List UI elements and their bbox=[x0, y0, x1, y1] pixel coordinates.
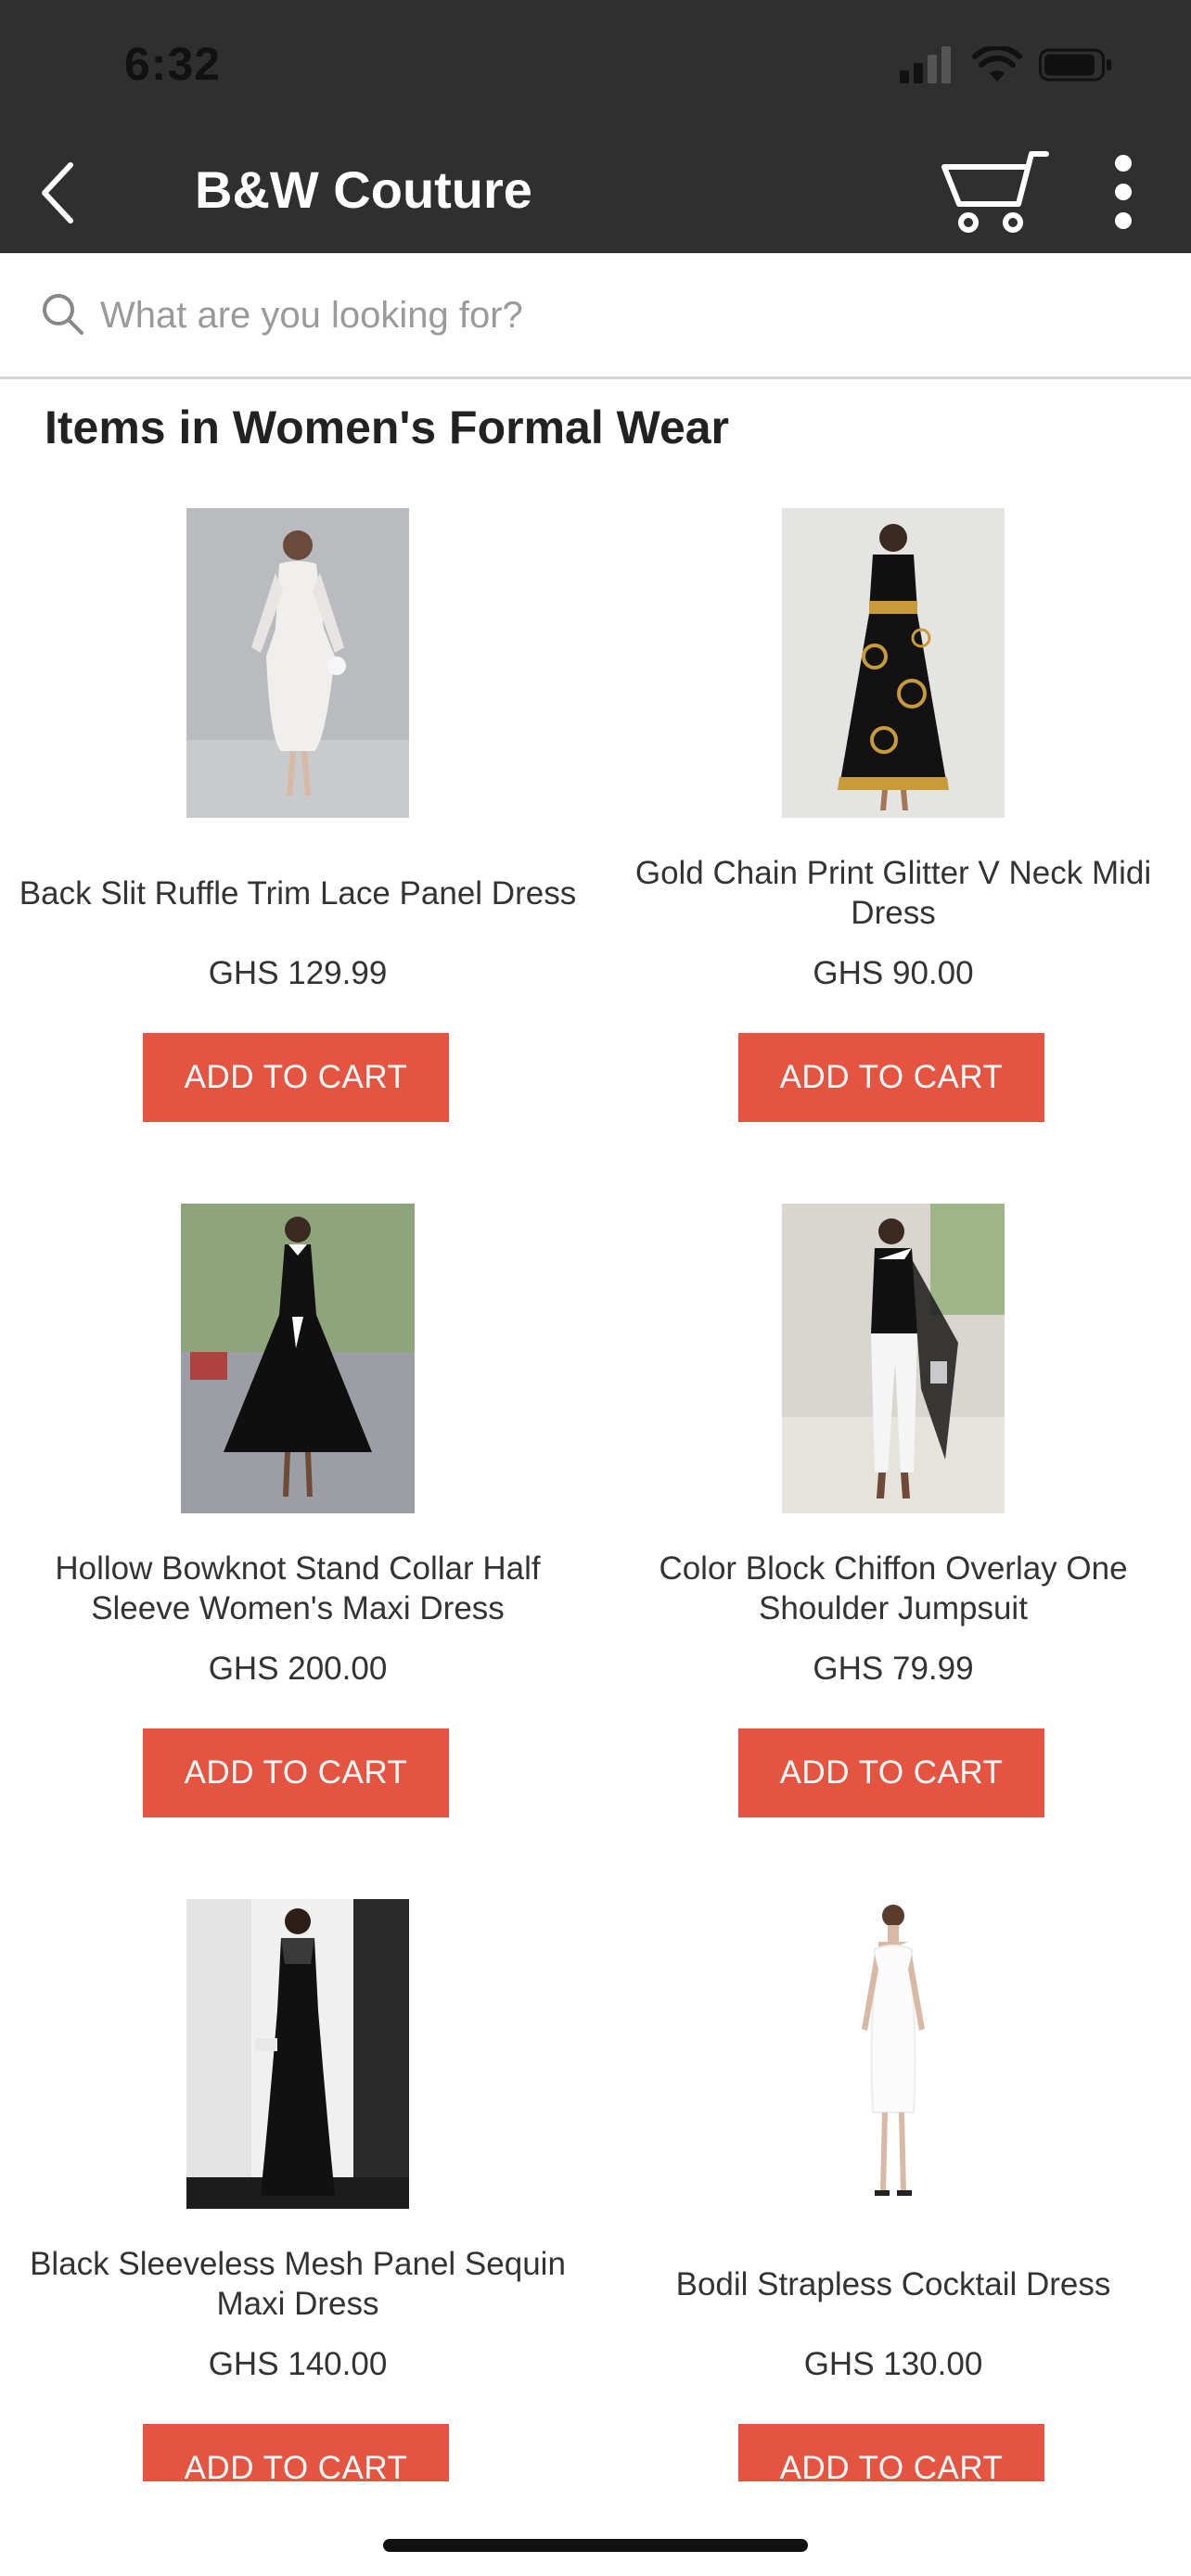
product-list-screen: 6:32 B&W Couture What are you looking fo… bbox=[0, 0, 1191, 2576]
battery-icon bbox=[1039, 48, 1111, 82]
product-image[interactable] bbox=[782, 1899, 1005, 2209]
page-title: B&W Couture bbox=[195, 160, 532, 219]
more-options-button[interactable] bbox=[1109, 154, 1137, 230]
product-price: GHS 129.99 bbox=[208, 955, 388, 991]
product-card: Bodil Strapless Cocktail Dress GHS 130.0… bbox=[596, 1899, 1191, 2567]
product-name[interactable]: Hollow Bowknot Stand Collar Half Sleeve … bbox=[19, 1547, 577, 1630]
add-to-cart-button[interactable]: ADD TO CART bbox=[143, 1033, 449, 1122]
product-image[interactable] bbox=[186, 508, 409, 818]
product-name[interactable]: Color Block Chiffon Overlay One Shoulder… bbox=[614, 1547, 1172, 1630]
product-card: Black Sleeveless Mesh Panel Sequin Maxi … bbox=[0, 1899, 596, 2567]
search-input[interactable] bbox=[98, 279, 1141, 351]
search-bar bbox=[0, 253, 1191, 379]
product-image[interactable] bbox=[186, 1899, 409, 2209]
add-to-cart-button[interactable]: ADD TO CART bbox=[738, 1033, 1044, 1122]
product-price: GHS 130.00 bbox=[803, 2346, 983, 2382]
app-header: 6:32 B&W Couture bbox=[0, 0, 1191, 253]
product-card: Back Slit Ruffle Trim Lace Panel Dress G… bbox=[0, 508, 596, 1176]
product-price: GHS 200.00 bbox=[208, 1651, 388, 1687]
bottom-safe-area bbox=[0, 2481, 1191, 2576]
product-name[interactable]: Gold Chain Print Glitter V Neck Midi Dre… bbox=[614, 851, 1172, 935]
product-card: Hollow Bowknot Stand Collar Half Sleeve … bbox=[0, 1204, 596, 1871]
cart-icon bbox=[941, 151, 1049, 233]
product-image[interactable] bbox=[181, 1204, 415, 1513]
add-to-cart-button[interactable]: ADD TO CART bbox=[143, 1728, 449, 1817]
product-image[interactable] bbox=[782, 1204, 1005, 1513]
product-price: GHS 140.00 bbox=[208, 2346, 388, 2382]
more-vertical-icon bbox=[1115, 155, 1132, 229]
status-time: 6:32 bbox=[124, 38, 222, 90]
chevron-left-icon bbox=[42, 162, 73, 223]
wifi-icon bbox=[972, 46, 1022, 82]
product-name[interactable]: Bodil Strapless Cocktail Dress bbox=[614, 2242, 1172, 2326]
back-button[interactable] bbox=[33, 159, 82, 226]
section-title: Items in Women's Formal Wear bbox=[45, 402, 730, 453]
cart-button[interactable] bbox=[937, 147, 1054, 236]
home-indicator[interactable] bbox=[383, 2539, 808, 2552]
product-card: Gold Chain Print Glitter V Neck Midi Dre… bbox=[596, 508, 1191, 1176]
add-to-cart-button[interactable]: ADD TO CART bbox=[738, 1728, 1044, 1817]
product-price: GHS 90.00 bbox=[813, 955, 974, 991]
product-card: Color Block Chiffon Overlay One Shoulder… bbox=[596, 1204, 1191, 1871]
signal-icon bbox=[900, 46, 951, 83]
product-name[interactable]: Black Sleeveless Mesh Panel Sequin Maxi … bbox=[19, 2242, 577, 2326]
status-icons bbox=[900, 46, 1122, 87]
product-name[interactable]: Back Slit Ruffle Trim Lace Panel Dress bbox=[19, 851, 577, 935]
product-price: GHS 79.99 bbox=[813, 1651, 974, 1687]
search-icon bbox=[43, 294, 83, 335]
product-image[interactable] bbox=[782, 508, 1005, 818]
